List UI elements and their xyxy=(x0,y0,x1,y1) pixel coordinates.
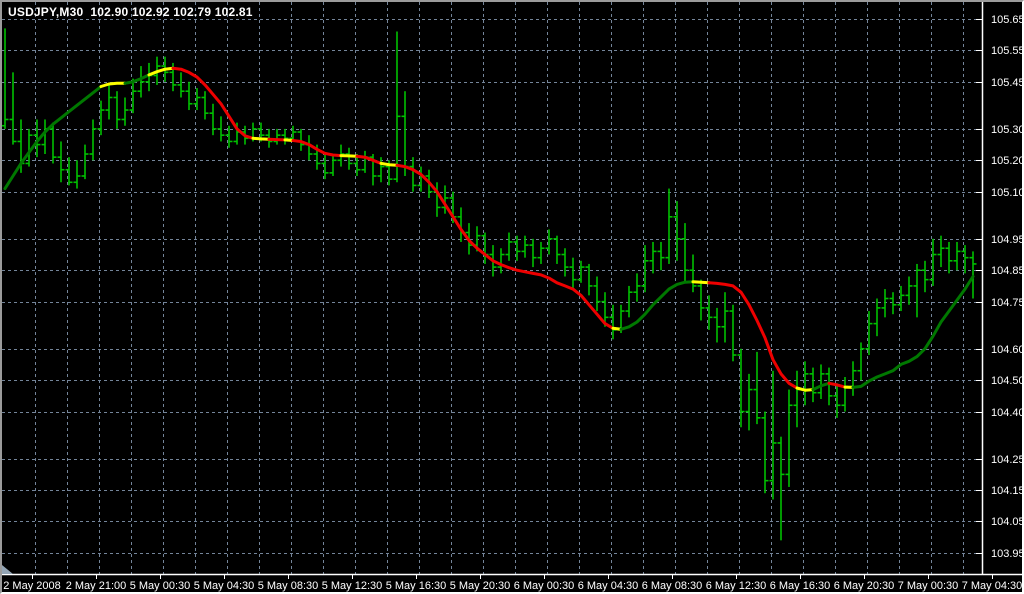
price-axis-label: 103.95 xyxy=(991,548,1022,560)
time-axis-label: 6 May 04:30 xyxy=(578,580,639,592)
time-axis-label: 6 May 16:30 xyxy=(770,580,831,592)
price-axis-label: 104.25 xyxy=(991,454,1022,466)
time-axis-label: 5 May 04:30 xyxy=(194,580,255,592)
ma-segment-flat xyxy=(251,136,271,141)
time-axis-label: 6 May 20:30 xyxy=(834,580,895,592)
time-axis-label: 6 May 00:30 xyxy=(514,580,575,592)
price-axis-label: 105.30 xyxy=(991,124,1022,136)
price-axis-label: 104.40 xyxy=(991,407,1022,419)
price-axis-label: 105.65 xyxy=(991,14,1022,26)
price-chart[interactable]: 105.65 105.55 105.45 105.30 105.20 105.10 104.… xyxy=(2,2,1022,592)
time-axis-label: 5 May 16:30 xyxy=(386,580,447,592)
price-axis-label: 105.20 xyxy=(991,155,1022,167)
ma-segment-flat xyxy=(691,280,711,285)
price-axis-label: 104.50 xyxy=(991,375,1022,387)
time-axis-label: 5 May 12:30 xyxy=(322,580,383,592)
time-axis-label: 6 May 08:30 xyxy=(642,580,703,592)
price-axis-label: 104.95 xyxy=(991,234,1022,246)
price-axis-label: 105.55 xyxy=(991,45,1022,57)
price-axis-label: 104.15 xyxy=(991,485,1022,497)
price-axis-label: 104.05 xyxy=(991,516,1022,528)
price-axis-label: 105.45 xyxy=(991,77,1022,89)
ma-segment-flat xyxy=(339,154,359,158)
time-axis-label: 6 May 12:30 xyxy=(706,580,767,592)
chart-window: USDJPY,M30 102.90 102.92 102.79 102.81 1… xyxy=(0,0,1024,594)
time-axis-label: 5 May 20:30 xyxy=(450,580,511,592)
time-axis-label: 2 May 21:00 xyxy=(66,580,127,592)
price-axis-label: 105.10 xyxy=(991,187,1022,199)
price-axis-label: 104.85 xyxy=(991,265,1022,277)
ma-segment-flat xyxy=(379,161,399,167)
ma-segment-down xyxy=(267,137,287,142)
chart-background xyxy=(2,2,1022,592)
time-axis-label: 7 May 04:30 xyxy=(962,580,1022,592)
time-axis-label: 2 May 2008 xyxy=(3,580,60,592)
price-axis-label: 104.75 xyxy=(991,297,1022,309)
chart-title: USDJPY,M30 102.90 102.92 102.79 102.81 xyxy=(8,5,253,19)
time-axis-label: 7 May 00:30 xyxy=(898,580,959,592)
price-axis-label: 104.60 xyxy=(991,344,1022,356)
time-axis-label: 5 May 08:30 xyxy=(258,580,319,592)
time-axis-label: 5 May 00:30 xyxy=(130,580,191,592)
